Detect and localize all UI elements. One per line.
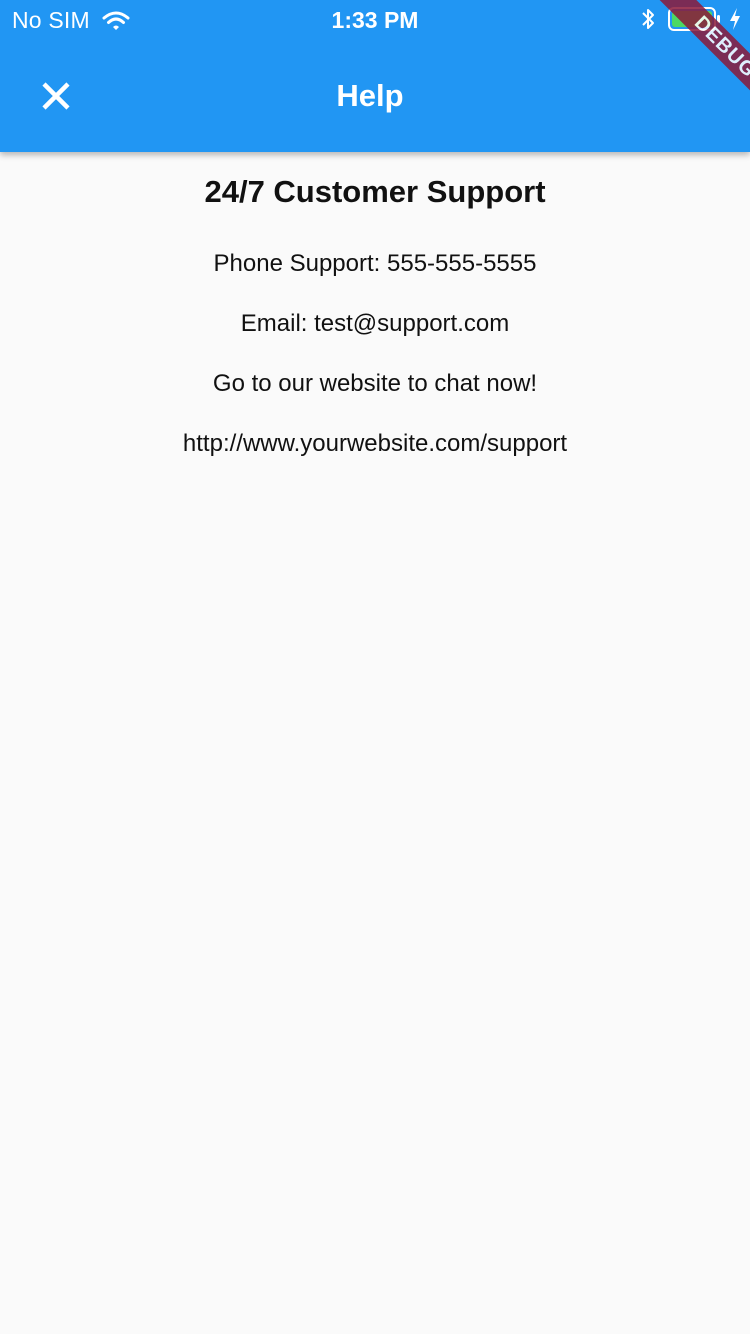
app-bar: No SIM 1:33 PM Help xyxy=(0,0,750,152)
support-content: 24/7 Customer Support Phone Support: 555… xyxy=(0,152,750,458)
toolbar: Help xyxy=(0,40,750,152)
chat-prompt-text: Go to our website to chat now! xyxy=(212,370,538,397)
support-url-link[interactable]: http://www.yourwebsite.com/support xyxy=(0,430,750,458)
bluetooth-icon xyxy=(640,6,656,32)
charging-icon xyxy=(728,7,742,31)
phone-support-text: Phone Support: 555-555-5555 xyxy=(213,250,537,277)
support-heading: 24/7 Customer Support xyxy=(204,174,546,209)
status-time: 1:33 PM xyxy=(331,7,419,33)
status-right xyxy=(640,6,742,32)
page-title: Help xyxy=(336,78,404,113)
status-bar: No SIM 1:33 PM xyxy=(0,0,750,40)
battery-icon xyxy=(668,6,722,32)
email-support-text: Email: test@support.com xyxy=(240,310,510,337)
